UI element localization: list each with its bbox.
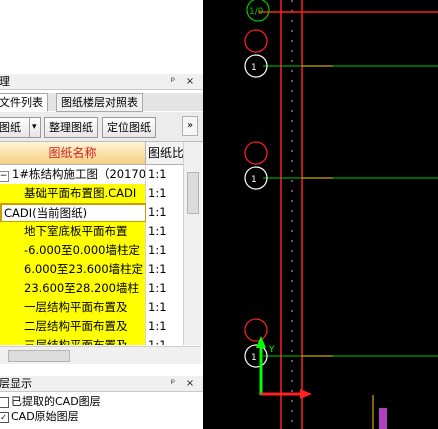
table-cell-scale: 1:1 <box>146 260 182 280</box>
layer-label: 已提取的CAD图层 <box>11 395 101 408</box>
table-cell-name: 6.000至23.600墙柱定 <box>0 260 146 280</box>
grid-header: 图纸名称 图纸比 <box>0 142 184 165</box>
table-cell-scale: 1:1 <box>146 222 182 242</box>
checkbox[interactable] <box>0 396 9 408</box>
table-row[interactable]: 6.000至23.600墙柱定 1:1 <box>0 260 182 280</box>
table-cell-name: 地下室底板平面布置 <box>0 222 146 242</box>
panel-title: 管理 <box>0 75 10 88</box>
table-cell-name: 23.600至28.200墙柱 <box>0 279 146 299</box>
layer-label: CAD原始图层 <box>11 410 79 423</box>
tab-file-list[interactable]: 文件列表 <box>0 93 48 112</box>
table-row-selected[interactable]: CADI(当前图纸) 1:1 <box>0 203 182 223</box>
collapse-icon[interactable]: − <box>0 171 9 182</box>
tab-strip: 文件列表 图纸楼层对照表 <box>0 93 203 112</box>
table-cell-name: 三层结构平面布置及 <box>0 336 146 345</box>
table-cell-scale: 1:1 <box>146 298 182 318</box>
table-row[interactable]: 一层结构平面布置及 1:1 <box>0 298 182 318</box>
table-cell-scale: 1:1 <box>146 279 182 299</box>
table-row[interactable]: 二层结构平面布置及 1:1 <box>0 317 182 337</box>
checkbox-checked[interactable]: ✓ <box>0 411 9 423</box>
horizontal-scrollbar[interactable] <box>0 346 201 364</box>
layer-panel-title-bar[interactable]: 图层显示 ᵖ × <box>0 376 203 392</box>
cad-drawing[interactable]: 1/9 1 1 1 Y <box>203 0 438 429</box>
layer-list: 已提取的CAD图层 ✓ CAD原始图层 <box>0 392 203 429</box>
close-icon[interactable]: × <box>184 377 196 390</box>
table-cell-scale: 1:1 <box>146 184 182 204</box>
scrollbar-thumb[interactable] <box>8 350 70 362</box>
axis-label: 1/9 <box>249 7 264 17</box>
table-cell-name: -6.000至0.000墙柱定 <box>0 241 146 261</box>
table-cell-scale: 1:1 <box>146 317 182 337</box>
table-cell-scale: 1:1 <box>146 203 182 223</box>
layer-item-original[interactable]: ✓ CAD原始图层 <box>0 409 79 425</box>
table-cell-scale: 1:1 <box>146 241 182 261</box>
pin-icon[interactable]: ᵖ <box>167 75 179 88</box>
table-cell-name: −1#栋结构施工图（20170 <box>0 165 146 185</box>
table-row[interactable]: −1#栋结构施工图（20170 1:1 <box>0 165 182 185</box>
column-header-scale[interactable]: 图纸比 <box>146 142 184 165</box>
close-icon[interactable]: × <box>184 75 196 88</box>
axis-label: 1 <box>251 353 257 363</box>
axis-label: 1 <box>251 63 257 73</box>
cad-canvas[interactable]: 1/9 1 1 1 Y <box>203 0 438 429</box>
tab-floor-mapping[interactable]: 图纸楼层对照表 <box>56 93 143 112</box>
table-cell-name: CADI(当前图纸) <box>0 203 147 223</box>
table-cell-scale: 1:1 <box>146 336 182 345</box>
panel-title-bar[interactable]: 管理 ᵖ × <box>0 74 203 90</box>
locate-drawing-button[interactable]: 定位图纸 <box>102 117 156 138</box>
column-header-name[interactable]: 图纸名称 <box>0 142 146 165</box>
pin-icon[interactable]: ᵖ <box>167 377 179 390</box>
drawing-list: −1#栋结构施工图（20170 1:1 基础平面布置图.CADI 1:1 CAD… <box>0 165 182 345</box>
group-label: 1#栋结构施工图（20170 <box>12 167 146 181</box>
axis-label: 1 <box>251 175 257 185</box>
organize-drawings-button[interactable]: 整理图纸 <box>44 117 98 138</box>
layer-item-extracted[interactable]: 已提取的CAD图层 <box>0 394 101 410</box>
table-row[interactable]: -6.000至0.000墙柱定 1:1 <box>0 241 182 261</box>
table-row[interactable]: 基础平面布置图.CADI 1:1 <box>0 184 182 204</box>
table-cell-name: 二层结构平面布置及 <box>0 317 146 337</box>
scrollbar-thumb[interactable] <box>187 172 199 214</box>
table-cell-name: 基础平面布置图.CADI <box>0 184 146 204</box>
cad-element <box>379 408 387 429</box>
table-row[interactable]: 23.600至28.200墙柱 1:1 <box>0 279 182 299</box>
chevron-down-icon[interactable]: ▾ <box>29 117 41 138</box>
table-cell-name: 一层结构平面布置及 <box>0 298 146 318</box>
layer-panel-title: 图层显示 <box>0 377 32 390</box>
drawing-manager-panel: 管理 ᵖ × 文件列表 图纸楼层对照表 图纸 ▾ 整理图纸 定位图纸 » 图纸名… <box>0 0 203 429</box>
toolbar-overflow-icon[interactable]: » <box>182 116 198 136</box>
vertical-scrollbar[interactable] <box>183 142 202 345</box>
table-row[interactable]: 三层结构平面布置及 1:1 <box>0 336 182 345</box>
ucs-y-label: Y <box>268 345 275 355</box>
table-row[interactable]: 地下室底板平面布置 1:1 <box>0 222 182 242</box>
table-cell-scale: 1:1 <box>146 165 182 185</box>
panel-top-space <box>0 0 203 72</box>
toolbar: 图纸 ▾ 整理图纸 定位图纸 » <box>0 112 203 142</box>
panel-gap <box>0 364 203 376</box>
